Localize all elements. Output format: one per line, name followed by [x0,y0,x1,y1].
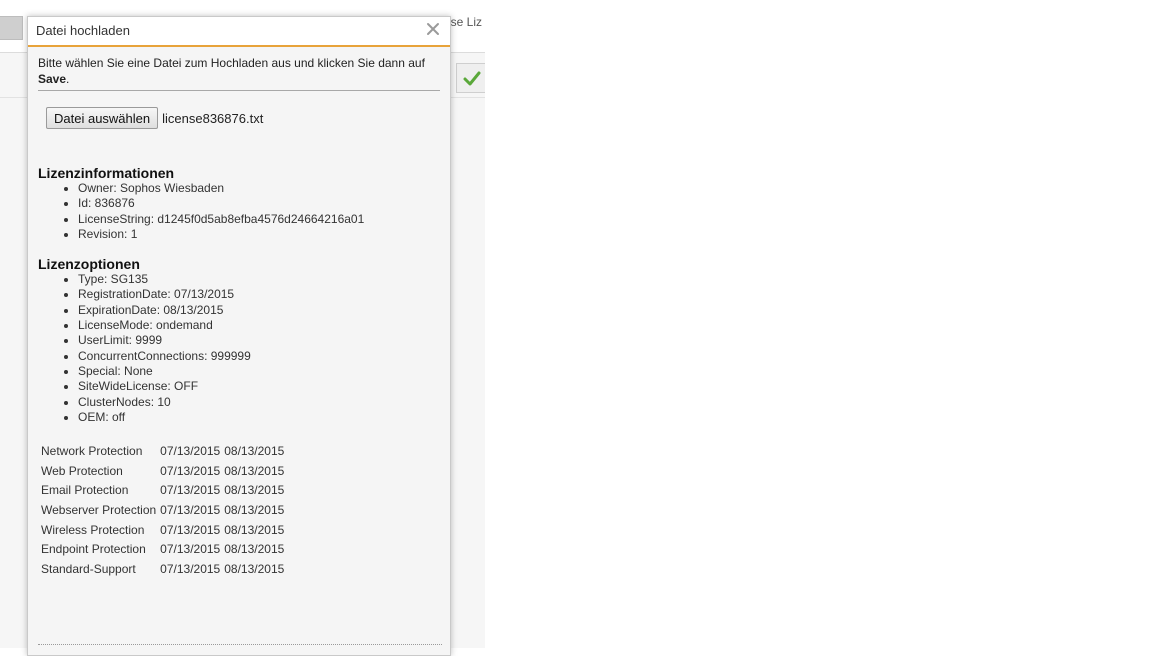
module-name: Email Protection [41,483,129,498]
instruction-main: Bitte wählen Sie eine Datei zum Hochlade… [38,56,425,70]
module-end-date: 08/13/2015 [224,444,285,458]
module-name: Network Protection [41,444,143,458]
table-row: Standard-Support 07/13/2015 08/13/2015 [39,559,286,579]
module-start-date: 07/13/2015 [160,503,221,518]
license-options-list: Type: SG135 RegistrationDate: 07/13/2015… [38,272,440,425]
list-item: LicenseString: d1245f0d5ab8efba4576d2466… [78,212,440,227]
module-start-date: 07/13/2015 [160,542,221,557]
list-item: LicenseMode: ondemand [78,318,440,333]
module-start-date: 07/13/2015 [160,522,221,537]
table-row: Wireless Protection 07/13/2015 08/13/201… [39,520,286,540]
license-info-list: Owner: Sophos Wiesbaden Id: 836876 Licen… [38,181,440,242]
module-name: Wireless Protection [41,522,145,537]
instruction-end: . [66,72,70,86]
instruction-text: Bitte wählen Sie eine Datei zum Hochlade… [38,55,440,91]
module-end-date: 08/13/2015 [224,483,285,498]
module-start-date: 07/13/2015 [160,463,221,478]
list-item: Owner: Sophos Wiesbaden [78,181,440,196]
choose-file-button[interactable]: Datei auswählen [46,107,159,129]
table-row: Email Protection 07/13/2015 08/13/2015 [39,481,286,501]
module-start-date: 07/13/2015 [160,562,221,577]
module-start-date: 07/13/2015 [160,483,221,498]
list-item: Revision: 1 [78,227,440,242]
module-end-date: 08/13/2015 [224,542,285,557]
module-name: Standard-Support [41,562,136,577]
table-row: Endpoint Protection 07/13/2015 08/13/201… [39,540,286,560]
module-end-date: 08/13/2015 [224,562,285,577]
list-item: OEM: off [78,410,440,425]
dialog-footer-divider [38,644,442,645]
module-validity-table: Network Protection 07/13/2015 08/13/2015… [39,441,286,579]
close-icon[interactable] [426,22,440,36]
confirm-button[interactable] [456,63,485,93]
dialog-body: Bitte wählen Sie eine Datei zum Hochlade… [28,47,450,579]
table-row: Network Protection 07/13/2015 08/13/2015 [39,441,286,461]
upload-dialog: Datei hochladen Bitte wählen Sie eine Da… [27,16,451,656]
list-item: ConcurrentConnections: 999999 [78,349,440,364]
module-name: Endpoint Protection [41,542,146,557]
file-chooser-row: Datei auswählen license836876.txt [46,107,440,129]
list-item: Type: SG135 [78,272,440,287]
checkmark-icon [463,71,481,86]
list-item: Id: 836876 [78,196,440,211]
module-end-date: 08/13/2015 [224,463,285,478]
list-item: Special: None [78,364,440,379]
list-item: ExpirationDate: 08/13/2015 [78,303,440,318]
table-row: Web Protection 07/13/2015 08/13/2015 [39,461,286,481]
license-info-heading: Lizenzinformationen [38,165,175,181]
dialog-header: Datei hochladen [28,17,450,47]
module-end-date: 08/13/2015 [224,522,285,537]
instruction-save-keyword: Save [38,72,67,86]
dialog-title: Datei hochladen [36,23,130,38]
module-end-date: 08/13/2015 [224,503,285,518]
table-row: Webserver Protection 07/13/2015 08/13/20… [39,500,286,520]
list-item: SiteWideLicense: OFF [78,379,440,394]
background-tab[interactable] [0,16,23,40]
selected-file-name: license836876.txt [162,110,264,126]
list-item: RegistrationDate: 07/13/2015 [78,287,440,302]
module-start-date: 07/13/2015 [160,444,221,458]
list-item: ClusterNodes: 10 [78,395,440,410]
list-item: UserLimit: 9999 [78,333,440,348]
module-name: Webserver Protection [41,503,157,518]
license-options-heading: Lizenzoptionen [38,256,140,273]
module-name: Web Protection [41,463,123,478]
